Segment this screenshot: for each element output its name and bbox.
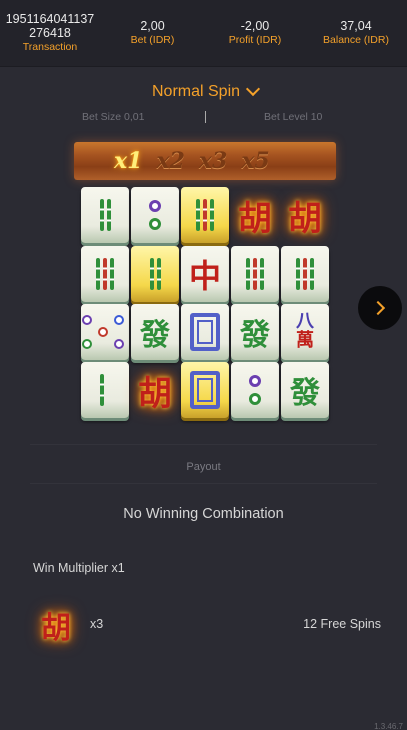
multiplier-x3: x3 bbox=[198, 148, 228, 174]
tile-wild-hu: 胡 bbox=[131, 362, 179, 418]
wild-hu-icon: 胡 bbox=[138, 373, 172, 414]
bet-details: Bet Size 0,01 Bet Level 10 bbox=[0, 111, 407, 125]
bet-size-text: Bet Size 0,01 bbox=[82, 111, 145, 123]
green-dragon-icon: 發 bbox=[140, 318, 170, 353]
transaction-label: Transaction bbox=[22, 41, 78, 53]
tile-circles-2 bbox=[231, 362, 279, 418]
balance-label: Balance (IDR) bbox=[323, 34, 389, 46]
character-wan-icon: 萬 bbox=[296, 330, 314, 351]
transaction-id-line1: 1951164041137 bbox=[5, 12, 95, 26]
balance-info-col: 37,04 Balance (IDR) bbox=[305, 0, 407, 66]
payout-result: No Winning Combination bbox=[123, 506, 284, 522]
next-page-button[interactable] bbox=[358, 286, 402, 330]
transaction-header: 1951164041137 276418 Transaction 2,00 Be… bbox=[0, 0, 407, 67]
bamboo-icon bbox=[246, 258, 264, 290]
tile-bamboo-2 bbox=[81, 362, 129, 418]
tile-wild-hu: 胡 bbox=[231, 187, 279, 243]
tile-circles-5 bbox=[81, 304, 129, 360]
circles-icon bbox=[82, 315, 128, 349]
balance-value: 37,04 bbox=[340, 19, 372, 33]
bet-level-text: Bet Level 10 bbox=[264, 111, 323, 123]
bamboo-icon bbox=[99, 199, 111, 231]
transaction-info: 1951164041137 276418 Transaction bbox=[0, 0, 100, 66]
bamboo-icon bbox=[99, 374, 111, 406]
tile-white-dragon bbox=[181, 304, 229, 360]
white-dragon-icon bbox=[190, 313, 220, 351]
circles-icon bbox=[249, 375, 261, 405]
multiplier-x1: x1 bbox=[114, 148, 143, 174]
tile-bamboo-2 bbox=[81, 187, 129, 243]
multiplier-bar: x1 x2 x3 x5 bbox=[74, 142, 336, 180]
tile-red-dragon: 中 bbox=[181, 246, 229, 302]
spin-type-dropdown[interactable]: Normal Spin bbox=[140, 80, 270, 104]
tile-bamboo-3-gold bbox=[181, 187, 229, 243]
payout-heading: Payout bbox=[186, 461, 221, 473]
scatter-reward: 12 Free Spins bbox=[303, 617, 381, 631]
chevron-right-icon bbox=[370, 300, 386, 316]
multiplier-x5: x5 bbox=[241, 148, 270, 174]
wild-hu-icon: 胡 bbox=[238, 198, 272, 239]
bet-divider bbox=[205, 111, 206, 123]
bamboo-icon bbox=[296, 258, 314, 290]
tile-green-dragon: 發 bbox=[281, 362, 329, 418]
tile-bamboo-3 bbox=[231, 246, 279, 302]
circles-icon bbox=[149, 200, 161, 230]
scatter-symbol: 胡 bbox=[36, 604, 76, 646]
spin-type-label: Normal Spin bbox=[151, 83, 241, 100]
green-dragon-icon: 發 bbox=[240, 318, 270, 353]
divider bbox=[30, 483, 377, 484]
scatter-count: x3 bbox=[90, 617, 104, 631]
bamboo-icon bbox=[149, 258, 161, 290]
wild-hu-icon: 胡 bbox=[41, 611, 71, 646]
bet-info-col: 2,00 Bet (IDR) bbox=[100, 0, 205, 66]
tile-circles-2 bbox=[131, 187, 179, 243]
white-dragon-icon bbox=[190, 371, 220, 409]
profit-value: -2,00 bbox=[240, 19, 270, 33]
scatter-row: 胡 x3 12 Free Spins bbox=[36, 604, 381, 646]
tile-wild-hu: 胡 bbox=[281, 187, 329, 243]
multiplier-x2: x2 bbox=[156, 148, 185, 174]
bamboo-icon bbox=[196, 199, 214, 231]
bet-value: 2,00 bbox=[140, 19, 165, 33]
tile-character-8: 八 萬 bbox=[281, 304, 329, 360]
tile-green-dragon: 發 bbox=[131, 304, 179, 360]
tile-white-dragon-gold bbox=[181, 362, 229, 418]
character-eight-icon: 八 bbox=[296, 311, 314, 332]
chevron-down-icon bbox=[245, 81, 261, 97]
tile-bamboo-3 bbox=[81, 246, 129, 302]
tile-bamboo-3 bbox=[281, 246, 329, 302]
tile-bamboo-2-gold bbox=[131, 246, 179, 302]
red-dragon-icon: 中 bbox=[188, 257, 221, 295]
version-label: 1.3.46.7 bbox=[374, 722, 403, 730]
bamboo-icon bbox=[96, 258, 114, 290]
wild-hu-icon: 胡 bbox=[288, 198, 322, 239]
divider bbox=[30, 444, 377, 445]
profit-label: Profit (IDR) bbox=[228, 34, 282, 46]
win-multiplier-text: Win Multiplier x1 bbox=[33, 561, 125, 575]
transaction-id-line2: 276418 bbox=[29, 26, 71, 40]
green-dragon-icon: 發 bbox=[290, 376, 320, 411]
bet-label: Bet (IDR) bbox=[130, 34, 175, 46]
profit-info-col: -2,00 Profit (IDR) bbox=[205, 0, 305, 66]
tile-green-dragon: 發 bbox=[231, 304, 279, 360]
